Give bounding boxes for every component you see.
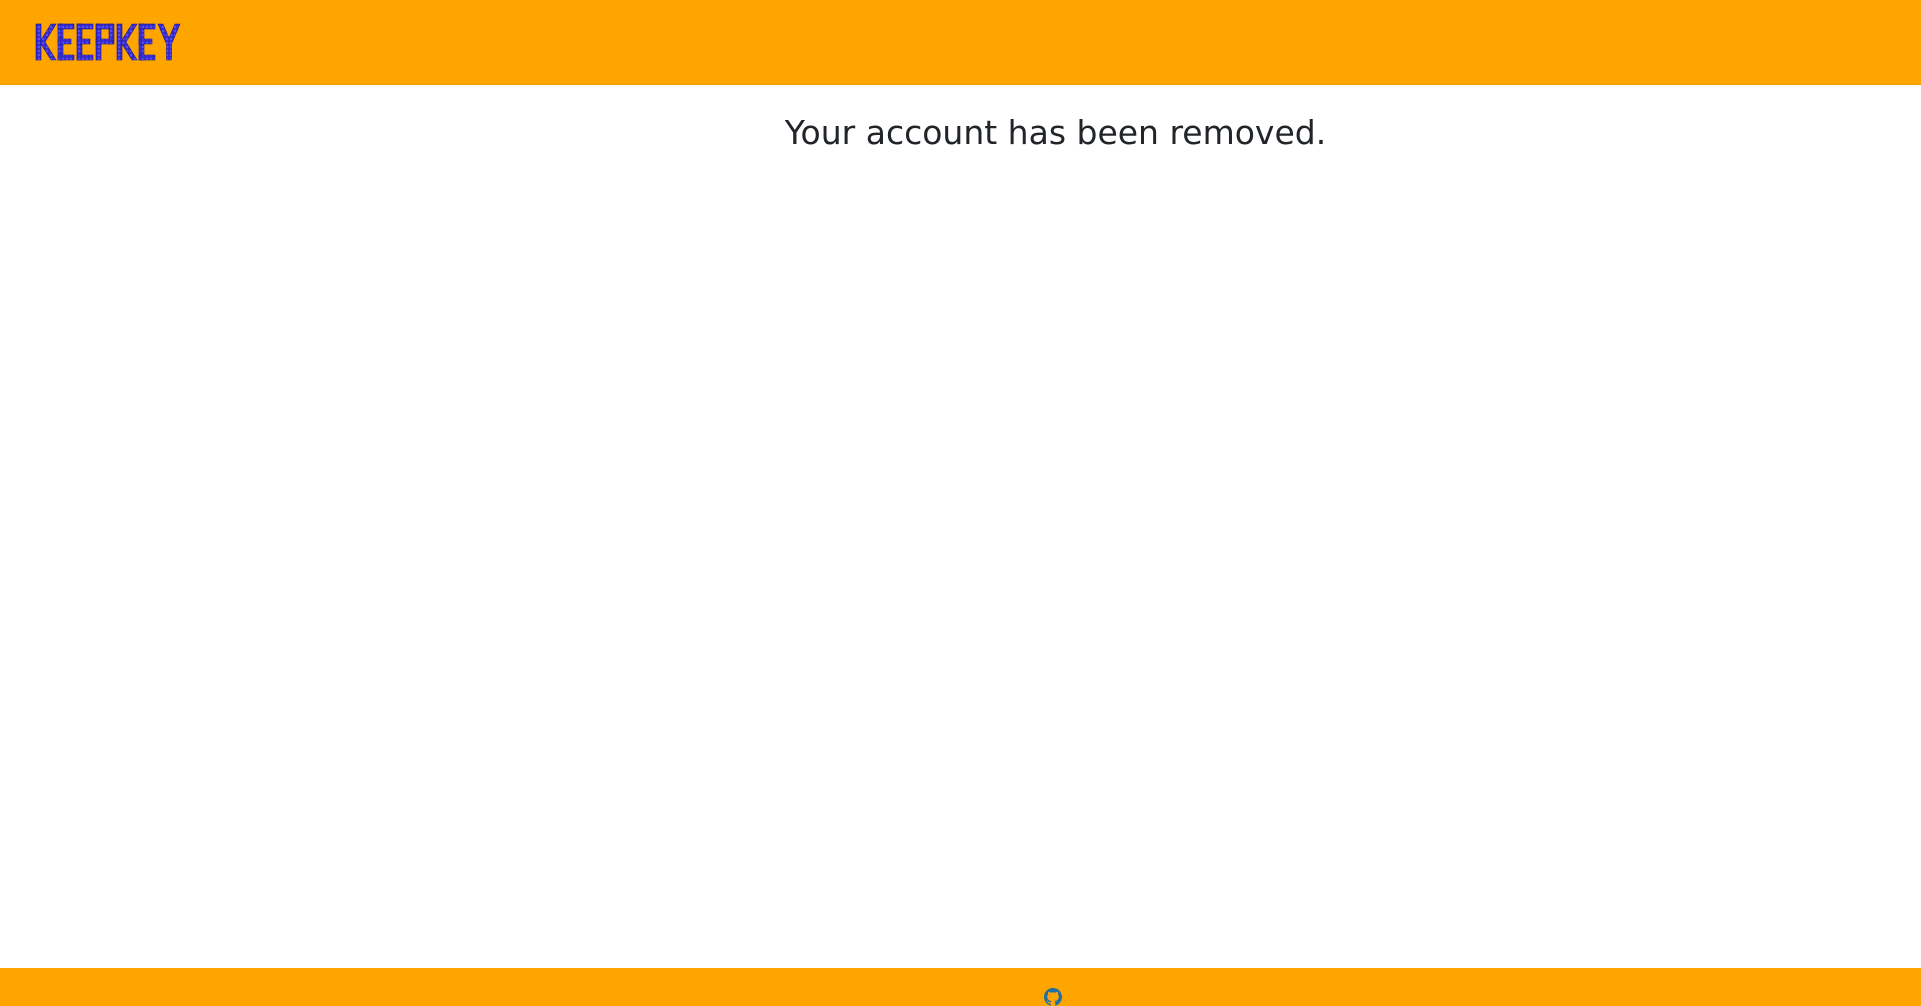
main-content: Your account has been removed. bbox=[0, 85, 1921, 968]
page: Your account has been removed. bbox=[0, 0, 1921, 1006]
github-link[interactable] bbox=[1044, 988, 1062, 1006]
logo-wordmark bbox=[35, 23, 181, 61]
github-icon bbox=[1044, 988, 1062, 1006]
keepkey-logo[interactable] bbox=[34, 16, 194, 68]
footer bbox=[0, 968, 1921, 1006]
top-header bbox=[0, 0, 1921, 85]
account-removed-message: Your account has been removed. bbox=[784, 113, 1327, 152]
